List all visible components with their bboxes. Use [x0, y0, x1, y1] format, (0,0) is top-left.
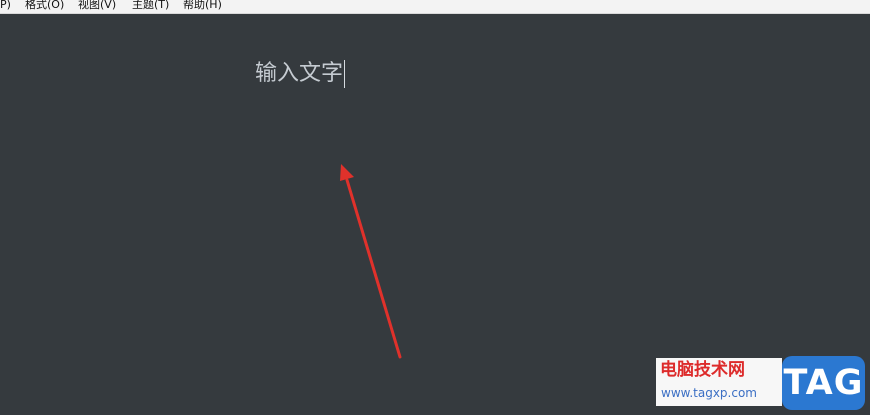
watermark-url: www.tagxp.com: [661, 386, 757, 400]
watermark: 电脑技术网 www.tagxp.com TAG: [656, 356, 865, 410]
annotation-arrow: [340, 164, 402, 359]
arrow-head: [340, 164, 354, 181]
watermark-panel: 电脑技术网 www.tagxp.com: [656, 358, 782, 406]
watermark-badge: TAG: [782, 356, 865, 410]
watermark-title: 电脑技术网: [660, 360, 745, 380]
arrow-shaft: [345, 178, 402, 359]
